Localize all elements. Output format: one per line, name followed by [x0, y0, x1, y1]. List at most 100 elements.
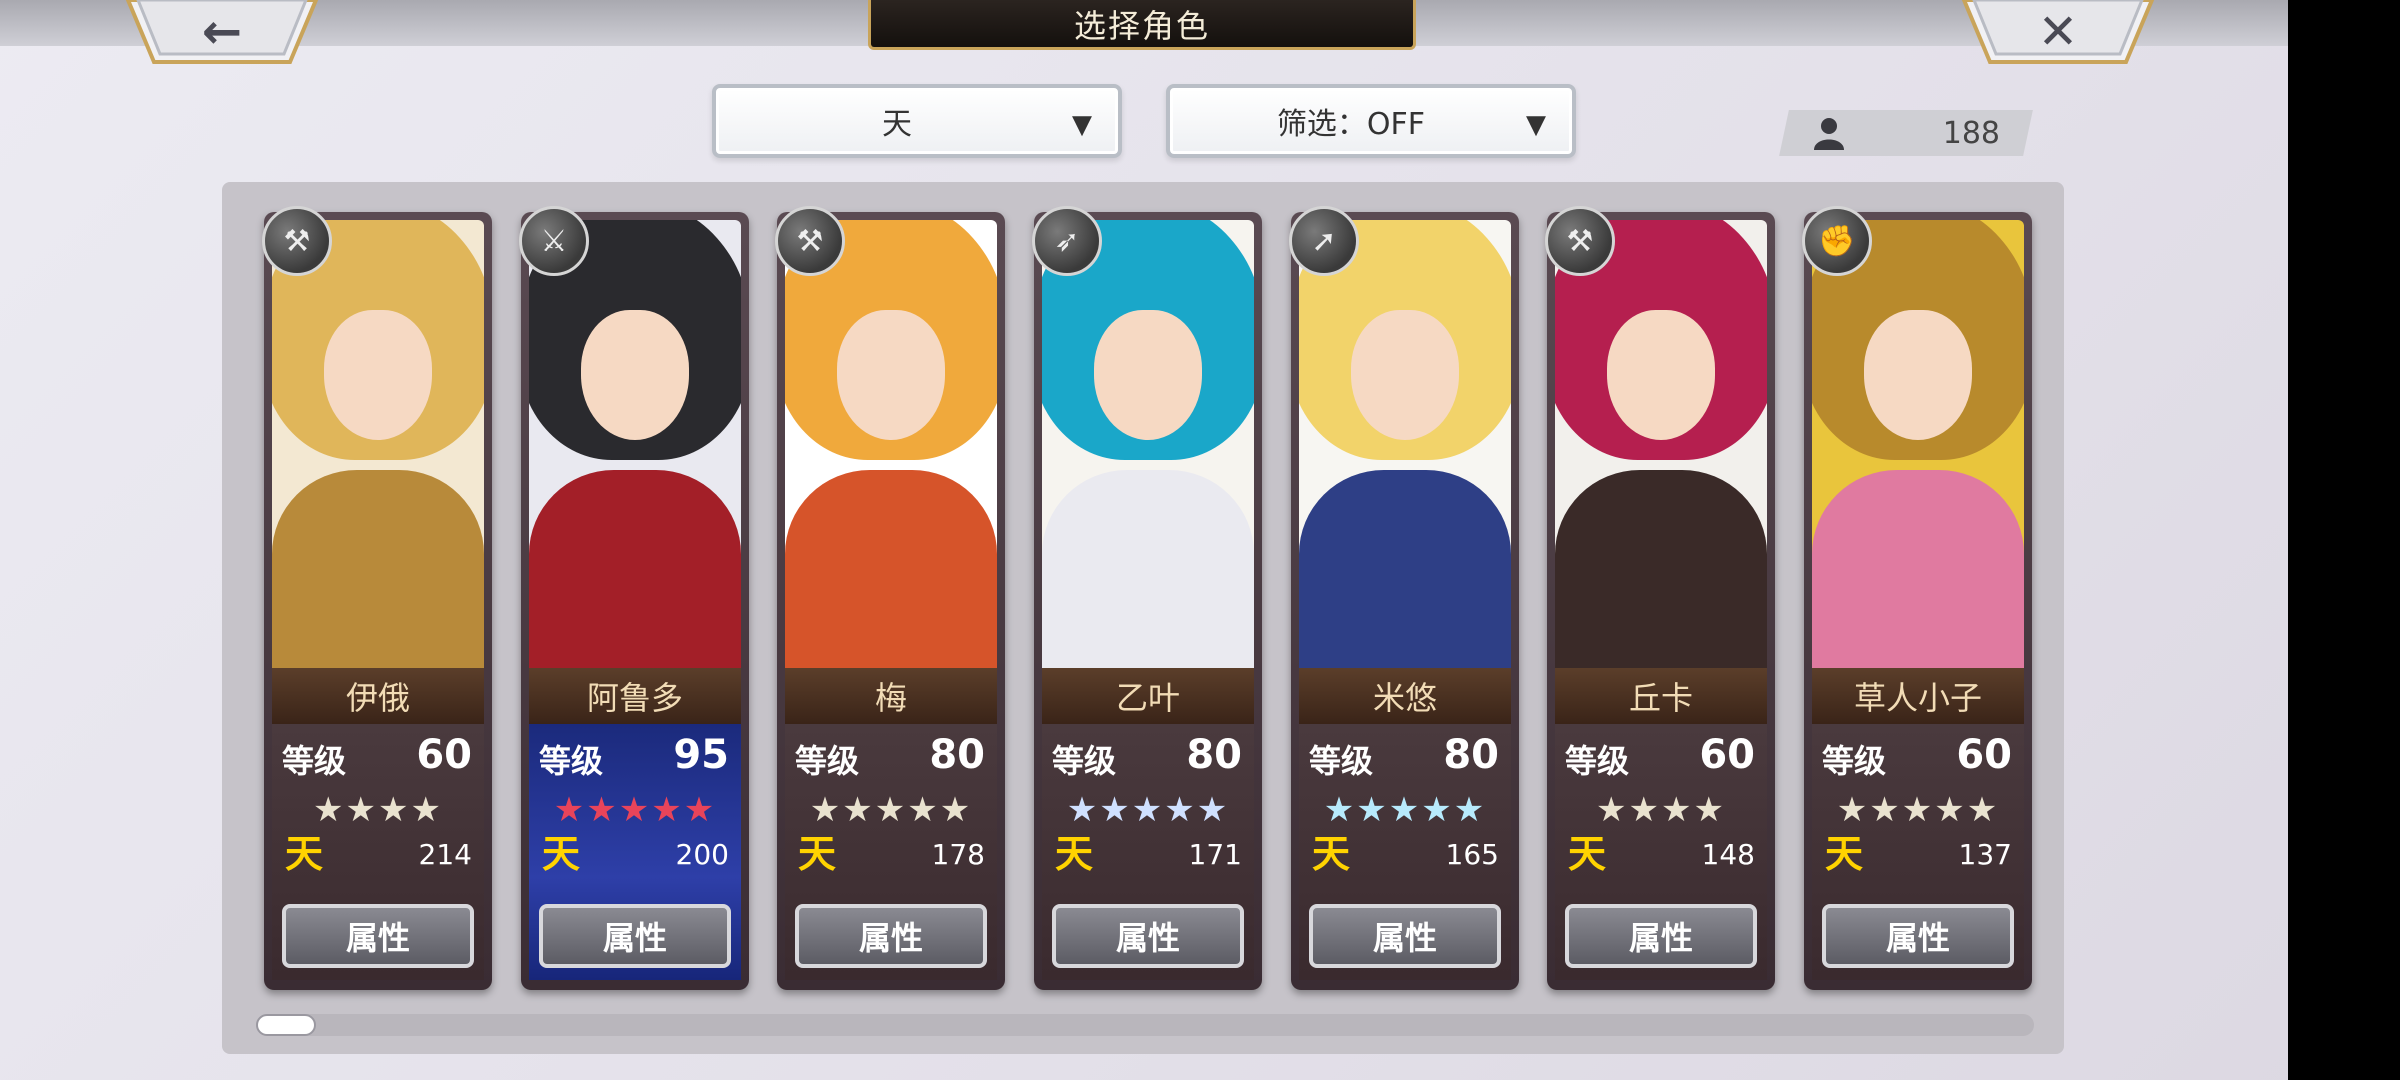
character-info: 等级 60 ★★★★★ 天 137 属性 — [1812, 724, 2024, 980]
person-icon — [1814, 118, 1844, 150]
attribute-button-label: 属性 — [345, 919, 410, 957]
portrait-face — [581, 310, 689, 440]
level-value: 80 — [1186, 732, 1242, 778]
rank-badge-icon: 天 — [1824, 832, 1863, 876]
level-value: 80 — [929, 732, 985, 778]
attribute-button-label: 属性 — [1628, 919, 1693, 957]
character-card[interactable]: ⚒ 梅 等级 80 ★★★★★ 天 178 属性 — [775, 206, 1005, 990]
character-nameplate: 伊俄 — [272, 668, 484, 724]
title-plate: 选择角色 — [868, 0, 1416, 50]
character-card[interactable]: ⚒ 丘卡 等级 60 ★★★★ 天 148 属性 — [1545, 206, 1775, 990]
rank-badge-icon: 天 — [1311, 832, 1350, 876]
rank-badge-icon: 天 — [797, 832, 836, 876]
back-arrow-icon: ← — [201, 4, 243, 60]
rarity-dropdown-value: 天 — [882, 107, 912, 142]
character-name: 阿鲁多 — [586, 679, 683, 717]
character-portrait[interactable] — [529, 220, 741, 672]
character-card[interactable]: ➶ 乙叶 等级 80 ★★★★★ 天 171 属性 — [1032, 206, 1262, 990]
character-portrait[interactable] — [1042, 220, 1254, 672]
character-portrait[interactable] — [1299, 220, 1511, 672]
level-label: 等级 — [1052, 742, 1117, 780]
star-rating: ★★★★★ — [1836, 790, 2000, 830]
portrait-face — [1607, 310, 1715, 440]
attribute-button-label: 属性 — [1372, 919, 1437, 957]
attribute-button[interactable]: 属性 — [1052, 904, 1244, 968]
power-value: 200 — [675, 838, 729, 871]
attribute-button[interactable]: 属性 — [1565, 904, 1757, 968]
character-portrait[interactable] — [1812, 220, 2024, 672]
character-count: 188 — [1942, 115, 2000, 151]
portrait-body — [1042, 470, 1254, 672]
character-nameplate: 米悠 — [1299, 668, 1511, 724]
level-value: 60 — [1956, 732, 2012, 778]
level-label: 等级 — [539, 742, 604, 780]
character-name: 草人小子 — [1853, 679, 1982, 717]
power-value: 137 — [1958, 838, 2012, 871]
portrait-face — [324, 310, 432, 440]
character-info: 等级 80 ★★★★★ 天 171 属性 — [1042, 724, 1254, 980]
character-card[interactable]: ⚒ 伊俄 等级 60 ★★★★ 天 214 属性 — [262, 206, 492, 990]
close-button[interactable]: ✕ — [1960, 0, 2156, 66]
portrait-face — [837, 310, 945, 440]
character-card[interactable]: ➚ 米悠 等级 80 ★★★★★ 天 165 属性 — [1289, 206, 1519, 990]
axe-icon: ⚒ — [1545, 206, 1615, 276]
character-nameplate: 阿鲁多 — [529, 668, 741, 724]
character-info: 等级 95 ★★★★★ 天 200 属性 — [529, 724, 741, 980]
horizontal-scrollbar[interactable] — [256, 1014, 2034, 1036]
axe-icon: ⚒ — [262, 206, 332, 276]
portrait-face — [1864, 310, 1972, 440]
chevron-down-icon: ▼ — [1072, 110, 1092, 140]
character-name: 伊俄 — [345, 679, 410, 717]
attribute-button-label: 属性 — [1115, 919, 1180, 957]
power-value: 171 — [1188, 838, 1242, 871]
rank-badge-icon: 天 — [284, 832, 323, 876]
star-rating: ★★★★ — [313, 790, 443, 830]
character-nameplate: 乙叶 — [1042, 668, 1254, 724]
star-rating: ★★★★★ — [809, 790, 973, 830]
character-card[interactable]: ⚔ 阿鲁多 等级 95 ★★★★★ 天 200 属性 — [519, 206, 749, 990]
screen-edge — [2288, 0, 2400, 1080]
attribute-button[interactable]: 属性 — [1822, 904, 2014, 968]
level-value: 60 — [1699, 732, 1755, 778]
portrait-face — [1094, 310, 1202, 440]
portrait-body — [1812, 470, 2024, 672]
rank-badge-icon: 天 — [1054, 832, 1093, 876]
level-value: 95 — [673, 732, 729, 778]
attribute-button[interactable]: 属性 — [539, 904, 731, 968]
hammer-icon: ⚒ — [775, 206, 845, 276]
attribute-button[interactable]: 属性 — [795, 904, 987, 968]
back-button[interactable]: ← — [124, 0, 320, 66]
character-card[interactable]: ✊ 草人小子 等级 60 ★★★★★ 天 137 属性 — [1802, 206, 2032, 990]
power-value: 214 — [418, 838, 472, 871]
scrollbar-thumb[interactable] — [256, 1014, 316, 1036]
star-rating: ★★★★★ — [1066, 790, 1230, 830]
page-title: 选择角色 — [1073, 6, 1210, 45]
character-nameplate: 草人小子 — [1812, 668, 2024, 724]
character-info: 等级 60 ★★★★ 天 148 属性 — [1555, 724, 1767, 980]
character-info: 等级 60 ★★★★ 天 214 属性 — [272, 724, 484, 980]
filter-dropdown-value: 筛选：OFF — [1276, 107, 1426, 142]
bow-icon: ➶ — [1032, 206, 1102, 276]
character-portrait[interactable] — [785, 220, 997, 672]
power-value: 178 — [931, 838, 985, 871]
character-portrait[interactable] — [272, 220, 484, 672]
rank-badge-icon: 天 — [541, 832, 580, 876]
attribute-button-label: 属性 — [1885, 919, 1950, 957]
level-label: 等级 — [1565, 742, 1630, 780]
sword-icon: ⚔ — [519, 206, 589, 276]
rank-badge-icon: 天 — [1567, 832, 1606, 876]
spear-icon: ➚ — [1289, 206, 1359, 276]
filter-dropdown[interactable]: 筛选：OFF ▼ — [1166, 84, 1576, 158]
chevron-down-icon: ▼ — [1526, 110, 1546, 140]
power-value: 165 — [1445, 838, 1499, 871]
close-icon: ✕ — [2037, 4, 2079, 60]
level-value: 60 — [416, 732, 472, 778]
portrait-body — [1299, 470, 1511, 672]
level-label: 等级 — [1309, 742, 1374, 780]
attribute-button[interactable]: 属性 — [1309, 904, 1501, 968]
attribute-button[interactable]: 属性 — [282, 904, 474, 968]
power-value: 148 — [1701, 838, 1755, 871]
attribute-button-label: 属性 — [858, 919, 923, 957]
rarity-dropdown[interactable]: 天 ▼ — [712, 84, 1122, 158]
character-portrait[interactable] — [1555, 220, 1767, 672]
